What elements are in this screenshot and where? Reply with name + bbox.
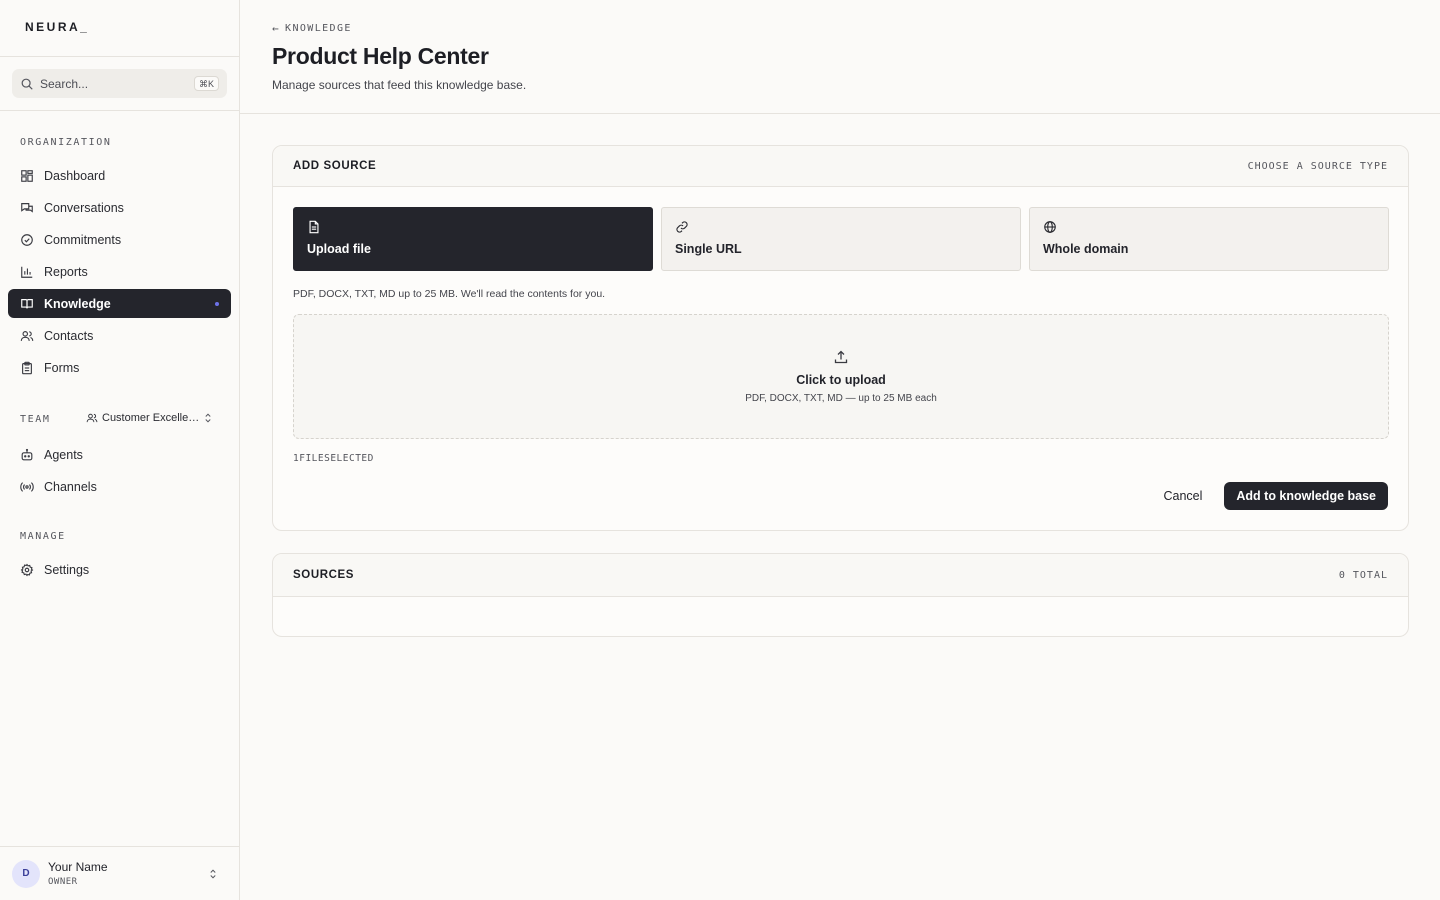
section-label-organization: ORGANIZATION xyxy=(20,137,112,148)
sidebar-item-label: Reports xyxy=(44,264,88,279)
user-menu[interactable]: D Your Name OWNER xyxy=(0,846,239,900)
cancel-button[interactable]: Cancel xyxy=(1157,489,1208,503)
sidebar: NEURA_ Search... ⌘K ORGANIZATION Dashboa… xyxy=(0,0,240,900)
sidebar-item-label: Dashboard xyxy=(44,168,106,183)
team-name: Customer Excellence xyxy=(102,412,202,424)
add-source-title: ADD SOURCE xyxy=(293,160,377,172)
source-type-whole-domain[interactable]: Whole domain xyxy=(1029,207,1389,271)
arrow-left-icon: ← xyxy=(272,22,281,35)
dropzone-title: Click to upload xyxy=(796,373,886,387)
page-title: Product Help Center xyxy=(272,43,489,69)
sidebar-item-commitments[interactable]: Commitments xyxy=(8,225,231,254)
sidebar-item-knowledge[interactable]: Knowledge xyxy=(8,289,231,318)
user-role: OWNER xyxy=(48,877,78,887)
bot-icon xyxy=(21,448,33,460)
sidebar-item-contacts[interactable]: Contacts xyxy=(8,321,231,350)
sidebar-item-agents[interactable]: Agents xyxy=(8,440,231,469)
sources-title: SOURCES xyxy=(293,569,355,581)
form-actions: Cancel Add to knowledge base xyxy=(1157,482,1388,510)
page-header: ← KNOWLEDGE Product Help Center Manage s… xyxy=(240,0,1440,114)
sidebar-item-dashboard[interactable]: Dashboard xyxy=(8,161,231,190)
source-type-selector: Upload file Single URL Whole domain xyxy=(293,207,1389,271)
add-to-knowledge-base-button[interactable]: Add to knowledge base xyxy=(1224,482,1388,510)
users-icon xyxy=(86,413,98,423)
user-info: Your Name OWNER xyxy=(48,860,207,887)
app-logo[interactable]: NEURA_ xyxy=(25,20,89,34)
main-content: ← KNOWLEDGE Product Help Center Manage s… xyxy=(240,0,1440,900)
source-type-label: Whole domain xyxy=(1043,242,1129,256)
clipboard-icon xyxy=(22,361,32,374)
dropzone-subtitle: PDF, DOCX, TXT, MD — up to 25 MB each xyxy=(745,393,937,404)
section-label-manage: MANAGE xyxy=(20,531,66,542)
user-name: Your Name xyxy=(48,860,108,874)
breadcrumb[interactable]: ← KNOWLEDGE xyxy=(272,22,352,35)
sidebar-item-label: Conversations xyxy=(44,200,124,215)
search-shortcut: ⌘K xyxy=(193,76,219,91)
sidebar-item-label: Commitments xyxy=(44,232,122,247)
chevron-up-down-icon xyxy=(210,869,216,878)
sidebar-item-label: Settings xyxy=(44,562,90,577)
active-indicator-dot xyxy=(215,302,219,306)
breadcrumb-label: KNOWLEDGE xyxy=(285,23,352,34)
upload-icon xyxy=(834,350,848,364)
link-icon xyxy=(676,221,688,233)
dashboard-icon xyxy=(21,169,33,182)
sidebar-item-reports[interactable]: Reports xyxy=(8,257,231,286)
source-type-single-url[interactable]: Single URL xyxy=(661,207,1021,271)
add-source-card: ADD SOURCE CHOOSE A SOURCE TYPE Upload f… xyxy=(272,145,1409,531)
add-source-header: ADD SOURCE CHOOSE A SOURCE TYPE xyxy=(273,146,1408,187)
chevron-up-down-icon xyxy=(205,413,211,423)
sources-card: SOURCES 0 TOTAL xyxy=(272,553,1409,637)
source-type-upload-file[interactable]: Upload file xyxy=(293,207,653,271)
upload-hint: PDF, DOCX, TXT, MD up to 25 MB. We'll re… xyxy=(293,288,606,300)
sidebar-item-label: Channels xyxy=(44,479,97,494)
conversations-icon xyxy=(21,202,33,213)
sidebar-item-label: Agents xyxy=(44,447,83,462)
sources-total: 0 TOTAL xyxy=(1338,569,1388,581)
book-icon xyxy=(21,298,33,308)
users-icon xyxy=(20,330,34,341)
page-subtitle: Manage sources that feed this knowledge … xyxy=(272,78,527,92)
sidebar-item-label: Forms xyxy=(44,360,80,375)
divider xyxy=(0,110,239,111)
check-circle-icon xyxy=(21,233,33,246)
sidebar-item-forms[interactable]: Forms xyxy=(8,353,231,382)
avatar: D xyxy=(12,859,40,888)
gear-icon xyxy=(20,563,34,576)
section-label-team: TEAM xyxy=(20,414,51,425)
bar-chart-icon xyxy=(21,266,33,278)
file-icon xyxy=(309,220,319,234)
source-type-label: Upload file xyxy=(307,242,371,256)
sources-header: SOURCES 0 TOTAL xyxy=(273,554,1408,597)
sidebar-item-channels[interactable]: Channels xyxy=(8,472,231,501)
search-icon xyxy=(21,78,33,90)
files-selected-count: 1FILESELECTED xyxy=(293,453,374,464)
broadcast-icon xyxy=(20,481,34,492)
divider xyxy=(0,56,239,57)
add-source-meta: CHOOSE A SOURCE TYPE xyxy=(1247,160,1388,172)
search-placeholder: Search... xyxy=(40,76,89,91)
sidebar-item-settings[interactable]: Settings xyxy=(8,555,231,584)
sidebar-item-label: Contacts xyxy=(44,328,94,343)
team-selector[interactable]: Customer Excellence xyxy=(86,412,216,424)
file-dropzone[interactable]: Click to upload PDF, DOCX, TXT, MD — up … xyxy=(293,314,1389,439)
sidebar-item-conversations[interactable]: Conversations xyxy=(8,193,231,222)
globe-icon xyxy=(1044,221,1056,233)
search-input[interactable]: Search... ⌘K xyxy=(12,69,227,98)
source-type-label: Single URL xyxy=(675,242,742,256)
sidebar-item-label: Knowledge xyxy=(44,296,111,311)
